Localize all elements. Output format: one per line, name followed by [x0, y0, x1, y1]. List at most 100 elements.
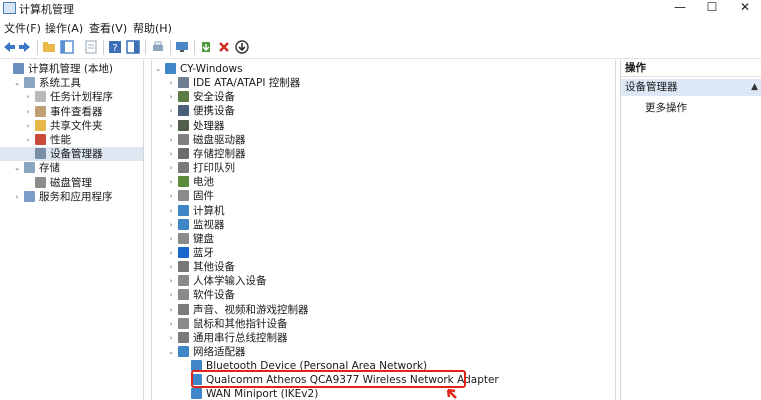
collapsed-chevron-icon[interactable]: ›: [24, 90, 32, 104]
device-tree-item[interactable]: ⌄ 网络适配器: [152, 345, 615, 359]
device-tree-item[interactable]: › 存储控制器: [152, 147, 615, 161]
device-tree: ⌄ CY-Windows › IDE ATA/ATAPI 控制器 › 安全设备 › 便携设备 ›…: [151, 60, 616, 400]
collapsed-chevron-icon[interactable]: ›: [167, 317, 175, 331]
nav-tree-item[interactable]: ⌄ 系统工具: [0, 76, 143, 90]
device-tree-item[interactable]: › 固件: [152, 189, 615, 203]
device-tree-item[interactable]: › 安全设备: [152, 90, 615, 104]
collapsed-chevron-icon[interactable]: ›: [13, 190, 21, 204]
device-tree-item[interactable]: › 计算机: [152, 204, 615, 218]
performance-icon: [35, 134, 46, 145]
device-tree-item[interactable]: › 鼠标和其他指针设备: [152, 317, 615, 331]
uninstall-x-icon[interactable]: [217, 40, 231, 54]
collapsed-chevron-icon[interactable]: ›: [167, 331, 175, 345]
more-actions-link[interactable]: 更多操作: [645, 100, 687, 115]
back-icon[interactable]: [2, 40, 16, 54]
collapse-triangle-icon[interactable]: ▲: [751, 79, 758, 96]
firmware-icon: [178, 190, 189, 202]
maximize-button[interactable]: ☐: [696, 0, 728, 16]
nav-tree-item[interactable]: 计算机管理 (本地): [0, 62, 143, 76]
collapsed-chevron-icon[interactable]: ›: [167, 76, 175, 90]
collapsed-chevron-icon[interactable]: ›: [167, 133, 175, 147]
battery-icon: [178, 176, 189, 188]
device-tree-item[interactable]: › 键盘: [152, 232, 615, 246]
device-tree-item[interactable]: › 软件设备: [152, 288, 615, 302]
nav-tree-label: 任务计划程序: [50, 91, 113, 104]
actions-section-device-manager[interactable]: 设备管理器 ▲: [621, 79, 761, 96]
minimize-button[interactable]: —: [664, 0, 696, 16]
monitor-icon: [178, 218, 189, 230]
collapsed-chevron-icon[interactable]: ›: [167, 147, 175, 161]
properties-list-icon[interactable]: [84, 40, 98, 54]
device-tree-label: 电池: [193, 176, 214, 189]
toolbar: ?: [0, 36, 761, 59]
nav-tree-item[interactable]: 设备管理器: [0, 147, 143, 162]
collapsed-chevron-icon[interactable]: ›: [167, 119, 175, 133]
forward-icon[interactable]: [18, 40, 32, 54]
nav-tree-label: 存储: [39, 162, 60, 175]
device-tree-label: 网络适配器: [193, 346, 246, 358]
nav-tree-item[interactable]: ⌄ 存储: [0, 161, 143, 175]
expanded-chevron-icon[interactable]: ⌄: [167, 345, 175, 359]
nav-tree-item[interactable]: › 事件查看器: [0, 105, 143, 119]
update-driver-icon[interactable]: [199, 40, 213, 54]
device-tree-item[interactable]: › 其他设备: [152, 260, 615, 274]
collapsed-chevron-icon[interactable]: ›: [167, 274, 175, 288]
collapsed-chevron-icon[interactable]: ›: [167, 175, 175, 189]
device-tree-label: 软件设备: [193, 289, 235, 302]
collapsed-chevron-icon[interactable]: ›: [24, 119, 32, 133]
device-tree-item[interactable]: › 便携设备: [152, 104, 615, 118]
device-tree-item[interactable]: › 通用串行总线控制器: [152, 331, 615, 345]
show-hide-pane-icon[interactable]: [126, 40, 140, 54]
collapsed-chevron-icon[interactable]: ›: [167, 303, 175, 317]
nav-tree-item[interactable]: › 服务和应用程序: [0, 190, 143, 204]
collapsed-chevron-icon[interactable]: ›: [24, 105, 32, 119]
device-tree-label: 便携设备: [193, 105, 235, 118]
close-button[interactable]: ✕: [729, 0, 761, 16]
device-tree-item[interactable]: WAN Miniport (IKEv2): [152, 387, 615, 400]
nav-tree-item[interactable]: › 任务计划程序: [0, 90, 143, 104]
storage-icon: [24, 162, 35, 174]
nav-tree-item[interactable]: › 性能: [0, 133, 143, 147]
collapsed-chevron-icon[interactable]: ›: [167, 260, 175, 274]
console-tree-icon[interactable]: [60, 40, 74, 54]
collapsed-chevron-icon[interactable]: ›: [24, 133, 32, 147]
collapsed-chevron-icon[interactable]: ›: [167, 246, 175, 260]
device-tree-item[interactable]: › 监视器: [152, 218, 615, 232]
expanded-chevron-icon[interactable]: ⌄: [13, 76, 21, 90]
help-icon[interactable]: ?: [108, 40, 122, 54]
device-tree-item[interactable]: › IDE ATA/ATAPI 控制器: [152, 76, 615, 90]
network-adapter-icon: [178, 346, 189, 357]
device-tree-item[interactable]: ⌄ CY-Windows: [152, 62, 615, 76]
device-tree-item[interactable]: › 电池: [152, 175, 615, 189]
menu-view[interactable]: 查看(V): [89, 20, 127, 36]
collapsed-chevron-icon[interactable]: ›: [167, 218, 175, 232]
nav-tree-item[interactable]: › 共享文件夹: [0, 119, 143, 133]
collapsed-chevron-icon[interactable]: ›: [167, 204, 175, 218]
print-icon[interactable]: [151, 40, 165, 54]
collapsed-chevron-icon[interactable]: ›: [167, 90, 175, 104]
nav-tree-item[interactable]: 磁盘管理: [0, 176, 143, 190]
folder-up-icon[interactable]: [42, 40, 56, 54]
device-tree-item[interactable]: › 磁盘驱动器: [152, 133, 615, 147]
expanded-chevron-icon[interactable]: ⌄: [154, 62, 162, 76]
collapsed-chevron-icon[interactable]: ›: [167, 189, 175, 203]
monitor-scan-icon[interactable]: [175, 40, 189, 54]
menu-help[interactable]: 帮助(H): [133, 20, 172, 36]
device-tree-item[interactable]: › 处理器: [152, 119, 615, 133]
device-tree-item[interactable]: › 打印队列: [152, 161, 615, 175]
expanded-chevron-icon[interactable]: ⌄: [13, 161, 21, 175]
device-tree-item[interactable]: › 人体学输入设备: [152, 274, 615, 288]
menu-action[interactable]: 操作(A): [45, 20, 83, 36]
device-tree-label: 打印队列: [193, 162, 235, 175]
disk-drive-icon: [178, 133, 189, 145]
red-arrow-icon: [446, 388, 457, 399]
device-tree-item[interactable]: › 蓝牙: [152, 246, 615, 260]
collapsed-chevron-icon[interactable]: ›: [167, 104, 175, 118]
menu-file[interactable]: 文件(F): [4, 20, 41, 36]
nav-tree-label: 磁盘管理: [50, 176, 92, 189]
device-tree-item[interactable]: › 声音、视频和游戏控制器: [152, 303, 615, 317]
collapsed-chevron-icon[interactable]: ›: [167, 288, 175, 302]
collapsed-chevron-icon[interactable]: ›: [167, 232, 175, 246]
download-arrow-icon[interactable]: [235, 40, 249, 54]
collapsed-chevron-icon[interactable]: ›: [167, 161, 175, 175]
